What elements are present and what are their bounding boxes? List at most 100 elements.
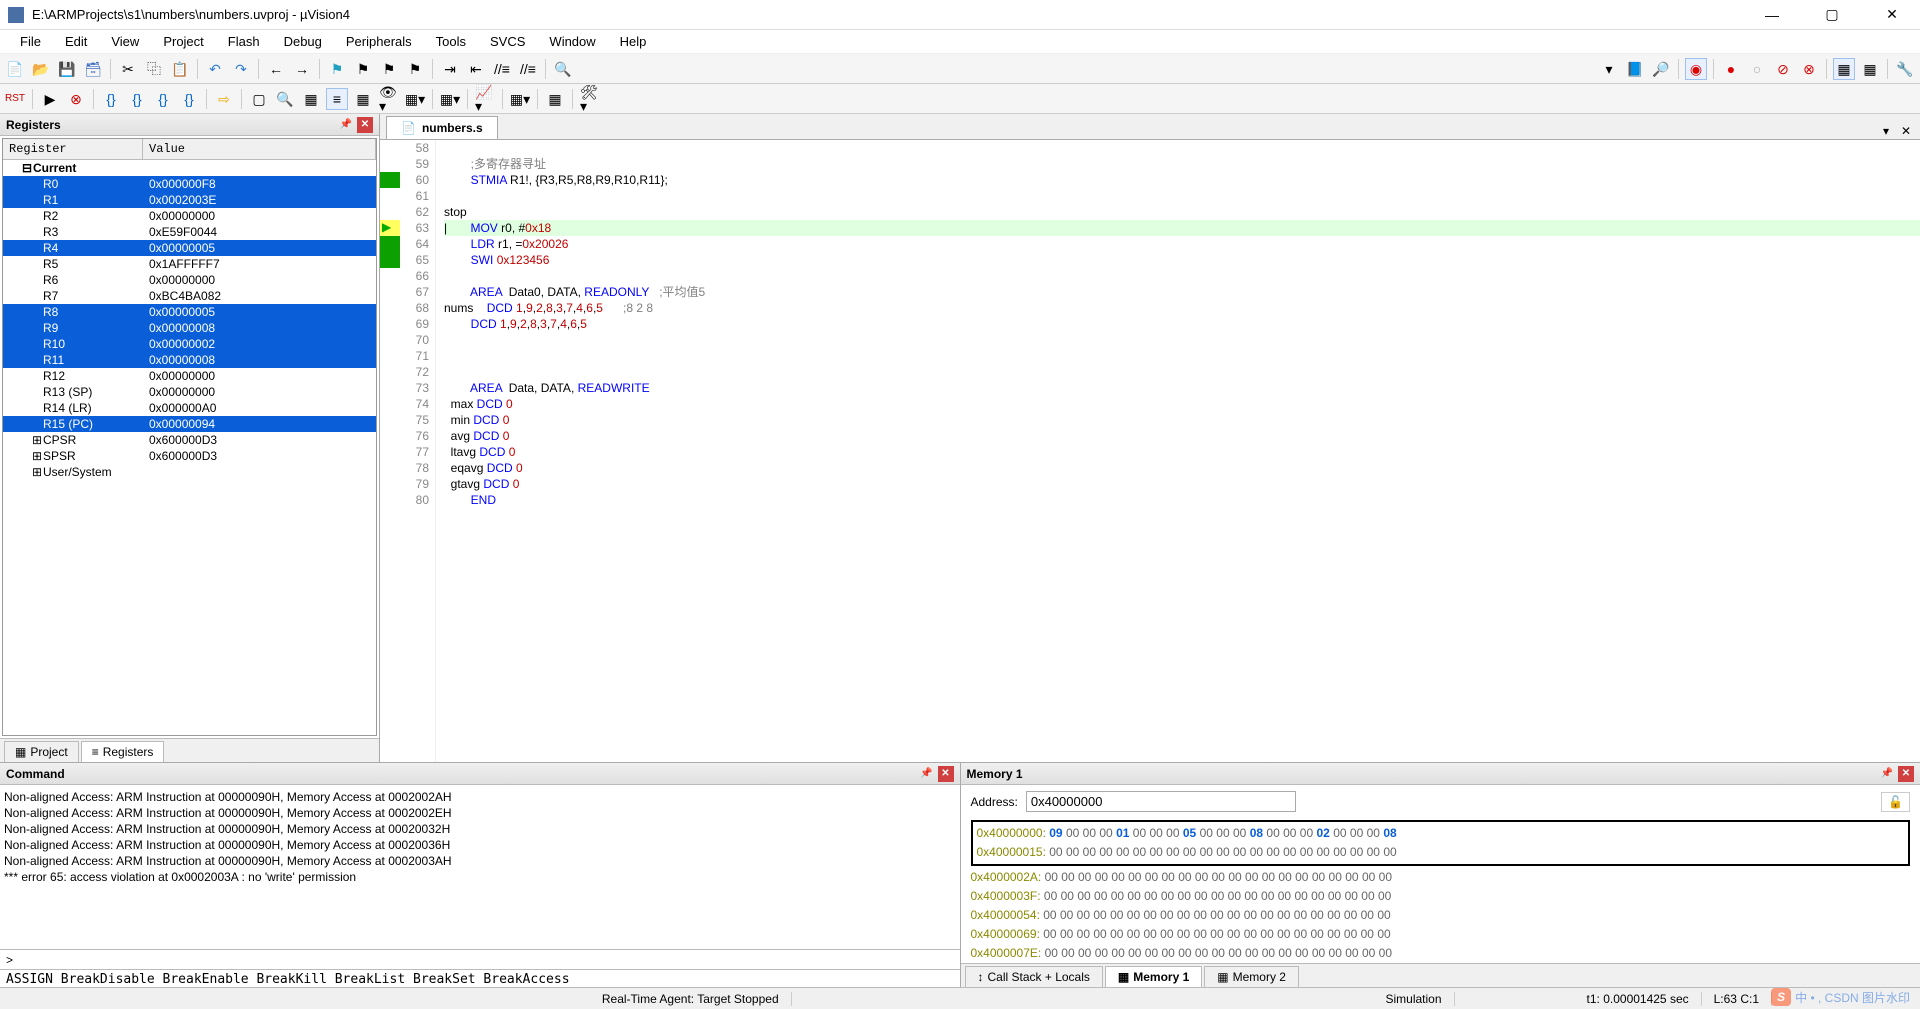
reg-row-r10[interactable]: R100x00000002 [3, 336, 376, 352]
stop-button[interactable]: ⊗ [65, 88, 87, 110]
reg-row-r14lr[interactable]: R14 (LR)0x000000A0 [3, 400, 376, 416]
menu-project[interactable]: Project [153, 32, 213, 51]
tab-project[interactable]: ▦Project [4, 741, 79, 762]
step-button[interactable]: {} [100, 88, 122, 110]
memory-button[interactable]: ▦▾ [404, 88, 426, 110]
watch-button[interactable]: 👁▾ [378, 88, 400, 110]
reg-group-current[interactable]: ⊟Current [3, 160, 376, 176]
menu-edit[interactable]: Edit [55, 32, 97, 51]
run-button[interactable]: ▶ [39, 88, 61, 110]
memory-address-input[interactable] [1026, 791, 1296, 812]
step-over-button[interactable]: {} [126, 88, 148, 110]
bookmark-next-button[interactable]: ⚑ [378, 58, 400, 80]
memory-view[interactable]: 0x40000000: 09 00 00 00 01 00 00 00 05 0… [961, 818, 1920, 963]
kill-breakpoints-button[interactable]: ⊗ [1798, 58, 1820, 80]
window-layout2-button[interactable]: ▦ [1859, 58, 1881, 80]
paste-button[interactable]: 📋 [169, 58, 191, 80]
registers-table[interactable]: Register Value ⊟Current R00x000000F8R10x… [2, 138, 377, 736]
menu-tools[interactable]: Tools [426, 32, 476, 51]
reg-row-r9[interactable]: R90x00000008 [3, 320, 376, 336]
find-button[interactable]: 🔎 [1650, 58, 1672, 80]
nav-forward-button[interactable]: → [291, 58, 313, 80]
menu-svcs[interactable]: SVCS [480, 32, 535, 51]
memory-row[interactable]: 0x4000002A: 00 00 00 00 00 00 00 00 00 0… [971, 868, 1911, 887]
bookmark-prev-button[interactable]: ⚑ [352, 58, 374, 80]
panel-pin-icon[interactable]: 📌 [338, 117, 354, 133]
minimize-button[interactable]: — [1752, 5, 1792, 25]
reg-row-r8[interactable]: R80x00000005 [3, 304, 376, 320]
dropdown-button[interactable]: ▾ [1598, 58, 1620, 80]
close-button[interactable]: ✕ [1872, 5, 1912, 25]
code-editor[interactable]: 5859606162636465666768697071727374757677… [380, 140, 1920, 762]
bookmark-toggle-button[interactable]: ⚑ [326, 58, 348, 80]
memory-row[interactable]: 0x4000007E: 00 00 00 00 00 00 00 00 00 0… [971, 944, 1911, 963]
menu-file[interactable]: File [10, 32, 51, 51]
callstack-button[interactable]: ▦ [352, 88, 374, 110]
save-all-button[interactable]: 🗃 [82, 58, 104, 80]
config-button[interactable]: 📘 [1624, 58, 1646, 80]
reg-row-r12[interactable]: R120x00000000 [3, 368, 376, 384]
enable-breakpoint-button[interactable]: ○ [1746, 58, 1768, 80]
comment-button[interactable]: //≡ [491, 58, 513, 80]
tab-callstack[interactable]: ↕Call Stack + Locals [965, 966, 1103, 987]
reg-row-r13sp[interactable]: R13 (SP)0x00000000 [3, 384, 376, 400]
insert-breakpoint-button[interactable]: ● [1720, 58, 1742, 80]
editor-tab-numbers[interactable]: 📄 numbers.s [386, 116, 498, 139]
menu-view[interactable]: View [101, 32, 149, 51]
tab-memory1[interactable]: ▦Memory 1 [1105, 966, 1202, 987]
debug-session-button[interactable]: ◉ [1685, 58, 1707, 80]
memory-pin-icon[interactable]: 📌 [1879, 766, 1895, 782]
lock-icon[interactable]: 🔓 [1881, 792, 1910, 812]
new-file-button[interactable]: 📄 [4, 58, 26, 80]
copy-button[interactable]: ⿻ [143, 58, 165, 80]
reg-row-r4[interactable]: R40x00000005 [3, 240, 376, 256]
symbols-button[interactable]: ▦ [300, 88, 322, 110]
serial-button[interactable]: ▦▾ [439, 88, 461, 110]
memory-row[interactable]: 0x40000069: 00 00 00 00 00 00 00 00 00 0… [971, 925, 1911, 944]
memory-row[interactable]: 0x40000000: 09 00 00 00 01 00 00 00 05 0… [977, 824, 1905, 843]
menu-help[interactable]: Help [610, 32, 657, 51]
uncomment-button[interactable]: //≡ [517, 58, 539, 80]
save-button[interactable]: 💾 [56, 58, 78, 80]
reg-row-r11[interactable]: R110x00000008 [3, 352, 376, 368]
editor-close-icon[interactable]: ✕ [1898, 123, 1914, 139]
indent-button[interactable]: ⇥ [439, 58, 461, 80]
reg-row-usersystem[interactable]: ⊞User/System [3, 464, 376, 480]
outdent-button[interactable]: ⇤ [465, 58, 487, 80]
registers-button[interactable]: ≡ [326, 88, 348, 110]
analysis-button[interactable]: 📈▾ [474, 88, 496, 110]
editor-menu-icon[interactable]: ▾ [1878, 123, 1894, 139]
command-input[interactable]: > [0, 949, 960, 969]
disable-breakpoint-button[interactable]: ⊘ [1772, 58, 1794, 80]
reg-row-spsr[interactable]: ⊞SPSR0x600000D3 [3, 448, 376, 464]
reg-row-r0[interactable]: R00x000000F8 [3, 176, 376, 192]
maximize-button[interactable]: ▢ [1812, 5, 1852, 25]
reg-row-r15pc[interactable]: R15 (PC)0x00000094 [3, 416, 376, 432]
open-button[interactable]: 📂 [30, 58, 52, 80]
system-viewer-button[interactable]: ▦ [544, 88, 566, 110]
reset-button[interactable]: RST [4, 88, 26, 110]
panel-close-icon[interactable]: ✕ [357, 117, 373, 133]
menu-peripherals[interactable]: Peripherals [336, 32, 422, 51]
reg-row-r7[interactable]: R70xBC4BA082 [3, 288, 376, 304]
memory-row[interactable]: 0x40000054: 00 00 00 00 00 00 00 00 00 0… [971, 906, 1911, 925]
nav-back-button[interactable]: ← [265, 58, 287, 80]
menu-debug[interactable]: Debug [274, 32, 332, 51]
memory-row[interactable]: 0x4000003F: 00 00 00 00 00 00 00 00 00 0… [971, 887, 1911, 906]
window-layout-button[interactable]: ▦ [1833, 58, 1855, 80]
reg-row-r5[interactable]: R50x1AFFFFF7 [3, 256, 376, 272]
reg-row-cpsr[interactable]: ⊞CPSR0x600000D3 [3, 432, 376, 448]
bookmark-clear-button[interactable]: ⚑ [404, 58, 426, 80]
cut-button[interactable]: ✂ [117, 58, 139, 80]
command-pin-icon[interactable]: 📌 [919, 766, 935, 782]
menu-window[interactable]: Window [539, 32, 605, 51]
configure-button[interactable]: 🔧 [1894, 58, 1916, 80]
redo-button[interactable]: ↷ [230, 58, 252, 80]
tab-memory2[interactable]: ▦Memory 2 [1204, 966, 1299, 987]
reg-row-r6[interactable]: R60x00000000 [3, 272, 376, 288]
tab-registers[interactable]: ≡Registers [81, 741, 165, 762]
memory-row[interactable]: 0x40000015: 00 00 00 00 00 00 00 00 00 0… [977, 843, 1905, 862]
trace-button[interactable]: ▦▾ [509, 88, 531, 110]
run-to-cursor-button[interactable]: {} [178, 88, 200, 110]
show-next-statement-button[interactable]: ⇨ [213, 88, 235, 110]
